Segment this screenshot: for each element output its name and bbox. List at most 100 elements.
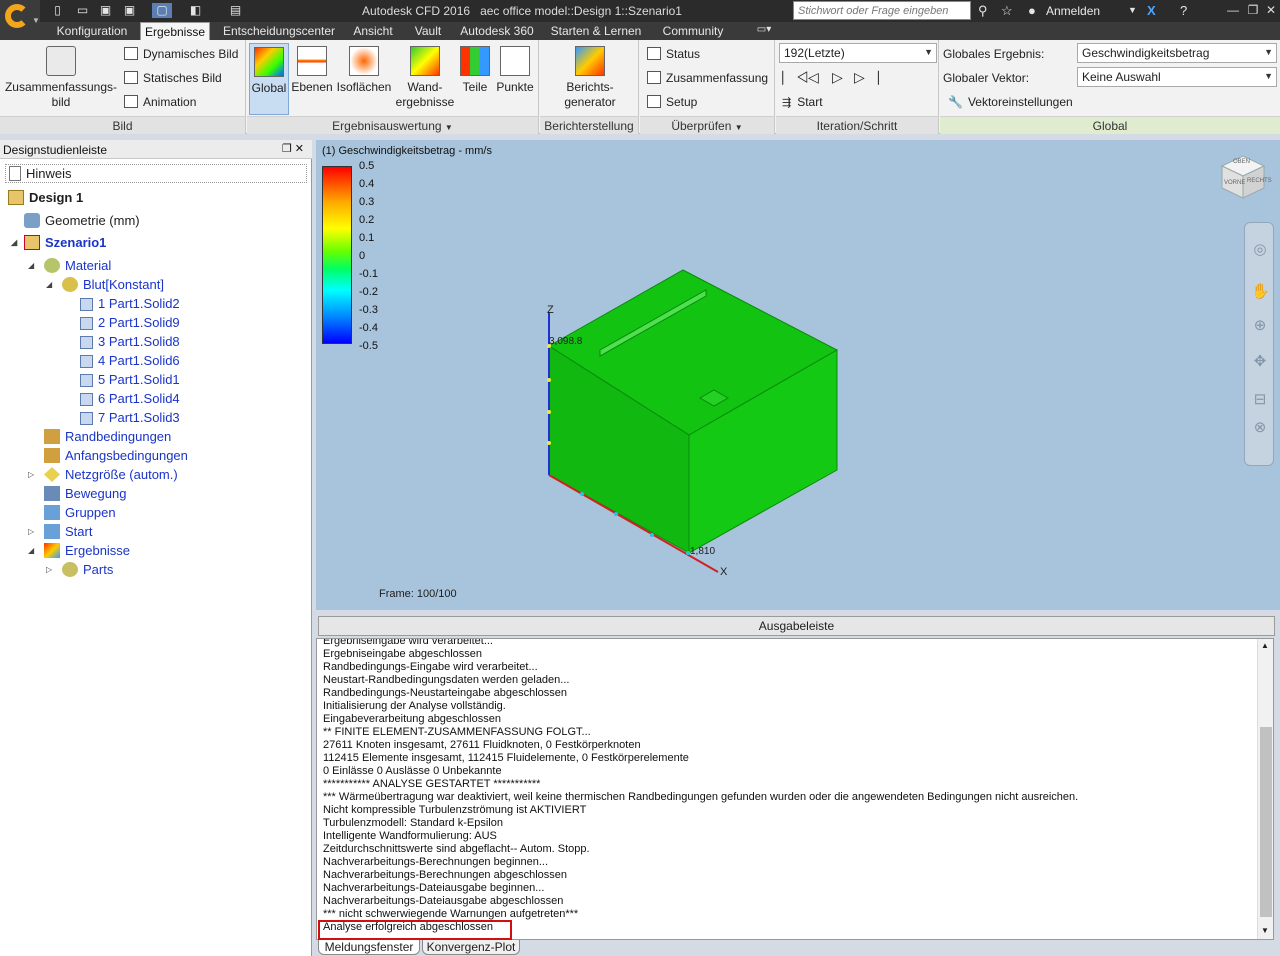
tab-convergence-plot[interactable]: Konvergenz-Plot — [422, 940, 520, 955]
tree-boundary-conditions[interactable]: Randbedingungen — [44, 427, 171, 446]
expand-icon[interactable]: ▷ — [28, 522, 34, 541]
expand-icon[interactable]: ◢ — [46, 275, 52, 294]
close-icon[interactable]: ✕ — [1260, 3, 1280, 18]
global-vector-select[interactable]: Keine Auswahl ▼ — [1077, 67, 1277, 87]
tree-parts[interactable]: ▷ Parts — [46, 560, 113, 579]
tree-scenario[interactable]: ◢ Szenario1 — [8, 233, 106, 252]
help-icon[interactable]: ? — [1180, 3, 1187, 18]
panel-pin-icon[interactable]: ❐ ✕ — [282, 142, 304, 155]
tree-part-item[interactable]: 7 Part1.Solid3 — [80, 408, 180, 427]
output-line: Nachverarbeitungs-Dateiausgabe abgeschlo… — [323, 895, 564, 907]
next-step-icon[interactable]: ▷ — [832, 67, 843, 87]
global-result-select[interactable]: Geschwindigkeitsbetrag ▼ — [1077, 43, 1277, 63]
lookat-icon[interactable]: ⊟ — [1251, 391, 1269, 409]
tree-results[interactable]: ◢ Ergebnisse — [28, 541, 130, 560]
tree-part-item[interactable]: 4 Part1.Solid6 — [80, 351, 180, 370]
save-all-icon[interactable]: ▣ — [122, 3, 137, 18]
tree-mesh-size[interactable]: ▷ Netzgröße (autom.) — [28, 465, 178, 484]
tree-groups[interactable]: Gruppen — [44, 503, 116, 522]
view-cube[interactable]: OBEN VORNE RECHTS — [1218, 152, 1272, 202]
hint-item[interactable]: Hinweis — [5, 164, 307, 183]
report-generator-button[interactable]: Berichts-generator — [550, 43, 630, 115]
tab-konfiguration[interactable]: Konfiguration — [46, 22, 138, 40]
search-input[interactable]: Stichwort oder Frage eingeben — [793, 1, 971, 20]
tab-entscheidungscenter[interactable]: Entscheidungscenter — [218, 22, 340, 40]
tab-community[interactable]: Community — [654, 22, 732, 40]
animation-button[interactable]: Animation — [124, 92, 196, 112]
tab-ansicht[interactable]: Ansicht — [348, 22, 398, 40]
minimize-icon[interactable]: — — [1222, 3, 1244, 18]
dynamic-image-button[interactable]: Dynamisches Bild — [124, 44, 238, 64]
static-image-button[interactable]: Statisches Bild — [124, 68, 222, 88]
exchange-icon[interactable]: X — [1147, 3, 1156, 18]
tree-initial-conditions[interactable]: Anfangsbedingungen — [44, 446, 188, 465]
group-label-ergebnisauswertung[interactable]: Ergebnisauswertung ▼ — [247, 116, 538, 134]
tab-messages[interactable]: Meldungsfenster — [318, 940, 420, 955]
tree-part-item[interactable]: 5 Part1.Solid1 — [80, 370, 180, 389]
tree-part-item[interactable]: 3 Part1.Solid8 — [80, 332, 180, 351]
geometry-icon — [24, 213, 40, 228]
wall-results-button[interactable]: Wand-ergebnisse — [395, 43, 455, 115]
vertical-scrollbar[interactable]: ▲ ▼ — [1257, 639, 1273, 939]
tab-starten-lernen[interactable]: Starten & Lernen — [548, 22, 644, 40]
scrollbar-thumb[interactable] — [1260, 727, 1272, 917]
expand-icon[interactable]: ◢ — [28, 541, 34, 560]
planes-button[interactable]: Ebenen — [291, 43, 333, 115]
login-link[interactable]: Anmelden — [1046, 4, 1100, 18]
iteration-select[interactable]: 192(Letzte) ▼ — [779, 43, 937, 63]
expand-icon[interactable]: ▷ — [46, 560, 52, 579]
zoom-icon[interactable]: ⊕ — [1251, 317, 1269, 335]
solid-icon — [80, 336, 93, 349]
expand-icon[interactable]: ▷ — [28, 465, 34, 484]
tree-motion[interactable]: Bewegung — [44, 484, 126, 503]
tree-part-item[interactable]: 2 Part1.Solid9 — [80, 313, 180, 332]
solid-icon — [80, 412, 93, 425]
points-button[interactable]: Punkte — [495, 43, 535, 115]
view-icon[interactable]: ◧ — [188, 3, 203, 18]
reset-icon[interactable]: ⊗ — [1251, 419, 1269, 437]
vector-settings-button[interactable]: 🔧 Vektoreinstellungen — [948, 92, 1073, 112]
start-button[interactable]: ⇶ Start — [782, 92, 823, 112]
app-logo[interactable]: ▼ — [0, 0, 40, 40]
tab-vault[interactable]: Vault — [408, 22, 448, 40]
pan-hand-icon[interactable]: ✋ — [1251, 283, 1270, 301]
summary-button[interactable]: Zusammenfassung — [647, 68, 768, 88]
graphics-viewport[interactable]: (1) Geschwindigkeitsbetrag - mm/s 0.5 0.4… — [316, 140, 1280, 610]
status-button[interactable]: Status — [647, 44, 700, 64]
chevron-down-icon[interactable]: ▼ — [1128, 3, 1137, 18]
setup-button[interactable]: Setup — [647, 92, 697, 112]
tree-start[interactable]: ▷ Start — [28, 522, 92, 541]
summary-image-button[interactable]: Zusammenfassungs-bild — [4, 43, 118, 115]
open-folder-icon[interactable]: ▭ — [75, 3, 90, 18]
tab-autodesk-360[interactable]: Autodesk 360 — [456, 22, 538, 40]
ribbon-options-icon[interactable]: ▭▾ — [754, 22, 774, 40]
settings-icon[interactable]: ▤ — [228, 3, 243, 18]
output-bar-header[interactable]: Ausgabeleiste — [318, 616, 1275, 636]
tree-design[interactable]: Design 1 — [8, 188, 83, 207]
scroll-up-icon[interactable]: ▲ — [1261, 641, 1269, 650]
save-icon[interactable]: ▣ — [98, 3, 113, 18]
parts-button[interactable]: Teile — [457, 43, 493, 115]
group-label-ueberpruefen[interactable]: Überprüfen ▼ — [640, 116, 774, 134]
last-step-icon[interactable]: ▷⎹ — [854, 67, 879, 87]
scroll-down-icon[interactable]: ▼ — [1261, 926, 1269, 935]
steering-wheel-icon[interactable]: ◎ — [1251, 241, 1269, 259]
tree-blut[interactable]: ◢ Blut[Konstant] — [46, 275, 164, 294]
binoculars-icon[interactable]: ⚲ — [978, 3, 988, 18]
orbit-icon[interactable]: ✥ — [1251, 353, 1269, 371]
expand-icon[interactable]: ◢ — [11, 233, 17, 252]
global-button[interactable]: Global — [249, 43, 289, 115]
tree-part-item[interactable]: 6 Part1.Solid4 — [80, 389, 180, 408]
isosurfaces-button[interactable]: Isoflächen — [335, 43, 393, 115]
first-step-icon[interactable]: ⎸◁ — [782, 67, 809, 87]
tree-part-item[interactable]: 1 Part1.Solid2 — [80, 294, 180, 313]
new-file-icon[interactable]: ▯ — [50, 3, 65, 18]
tab-ergebnisse[interactable]: Ergebnisse — [140, 22, 210, 40]
window-icon[interactable]: ▢ — [152, 3, 172, 18]
star-icon[interactable]: ☆ — [1001, 3, 1013, 18]
tree-geometry[interactable]: Geometrie (mm) — [24, 211, 140, 230]
expand-icon[interactable]: ◢ — [28, 256, 34, 275]
prev-step-icon[interactable]: ◁ — [808, 67, 819, 87]
tree-material[interactable]: ◢ Material — [28, 256, 111, 275]
group-label-iteration: Iteration/Schritt — [776, 116, 938, 134]
